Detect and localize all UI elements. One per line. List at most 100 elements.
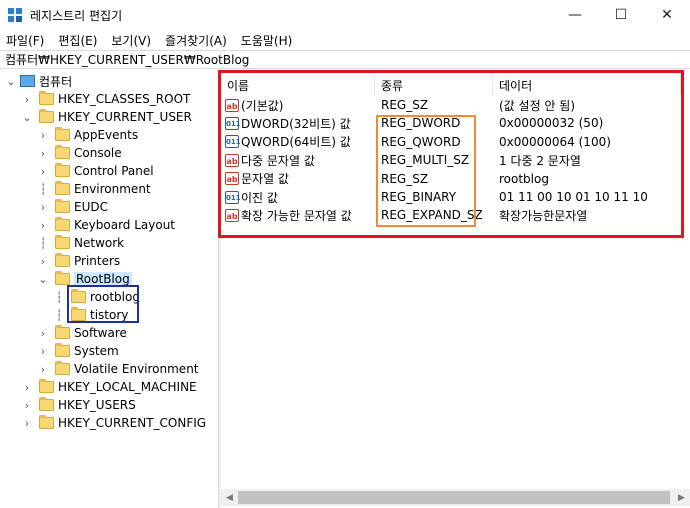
value-data: 확장가능한문자열 [499, 208, 588, 223]
close-button[interactable]: ✕ [644, 0, 690, 30]
chevron-right-icon[interactable]: › [22, 414, 32, 432]
tree-item-hkey-current-config[interactable]: › HKEY_CURRENT_CONFIG [22, 414, 206, 432]
tree-item-network[interactable]: ┆ Network [38, 234, 124, 252]
folder-icon [55, 235, 70, 249]
value-row[interactable]: ab 문자열 값 REG_SZ rootblog [221, 170, 681, 188]
tree-item-keyboard-layout[interactable]: › Keyboard Layout [38, 216, 175, 234]
tree-item-tistory[interactable]: ┆ tistory [54, 306, 128, 324]
folder-icon [55, 361, 70, 375]
folder-icon [39, 379, 54, 393]
chevron-down-icon[interactable]: ⌄ [6, 72, 16, 90]
tree-item-computer[interactable]: ⌄ 컴퓨터 [6, 72, 72, 90]
chevron-right-icon[interactable]: › [38, 324, 48, 342]
folder-icon [55, 325, 70, 339]
chevron-right-icon[interactable]: › [38, 162, 48, 180]
chevron-down-icon[interactable]: ⌄ [38, 270, 48, 288]
tree-label: tistory [90, 308, 129, 322]
tree-item-appevents[interactable]: › AppEvents [38, 126, 138, 144]
regedit-app-icon [8, 8, 22, 22]
tree-item-environment[interactable]: ┆ Environment [38, 180, 151, 198]
key-tree-pane: ⌄ 컴퓨터 › HKEY_CLASSES_ROOT ⌄ HKEY_CURRENT… [0, 70, 218, 508]
chevron-right-icon[interactable]: › [38, 144, 48, 162]
menu-help[interactable]: 도움말(H) [241, 32, 293, 49]
chevron-down-icon[interactable]: ⌄ [22, 108, 32, 126]
chevron-right-icon[interactable]: › [38, 252, 48, 270]
string-value-icon: ab [225, 172, 239, 186]
scroll-right-icon[interactable]: ▶ [673, 489, 690, 506]
menu-file[interactable]: 파일(F) [6, 32, 44, 49]
tree-item-rootblog[interactable]: ⌄ RootBlog [38, 270, 132, 288]
tree-item-volatile-environment[interactable]: › Volatile Environment [38, 360, 199, 378]
tree-label: Keyboard Layout [74, 218, 176, 232]
value-row[interactable]: ab 다중 문자열 값 REG_MULTI_SZ 1 다중 2 문자열 [221, 151, 681, 169]
folder-icon [55, 199, 70, 213]
close-icon: ✕ [661, 7, 673, 23]
value-name-cell: 011 DWORD(32비트) 값 [225, 114, 351, 132]
tree-label: Printers [74, 254, 121, 268]
chevron-right-icon[interactable]: › [22, 396, 32, 414]
tree-item-eudc[interactable]: › EUDC [38, 198, 108, 216]
horizontal-scrollbar[interactable]: ◀ ▶ [221, 489, 690, 506]
chevron-right-icon[interactable]: › [38, 126, 48, 144]
binary-value-icon: 011 [225, 135, 241, 149]
column-header-data[interactable]: 데이터 [495, 75, 681, 95]
tree-label: HKEY_USERS [58, 398, 136, 412]
tree-connector: ┆ [55, 290, 63, 304]
tree-item-rootblog-child[interactable]: ┆ rootblog [54, 288, 140, 306]
chevron-right-icon[interactable]: › [22, 378, 32, 396]
chevron-right-icon[interactable]: › [38, 342, 48, 360]
tree-item-hkey-local-machine[interactable]: › HKEY_LOCAL_MACHINE [22, 378, 197, 396]
tree-connector: ┆ [55, 308, 63, 322]
menu-view[interactable]: 보기(V) [111, 32, 151, 49]
folder-icon [55, 127, 70, 141]
maximize-icon: ☐ [614, 7, 628, 23]
tree-label: System [74, 344, 119, 358]
column-header-type[interactable]: 종류 [377, 75, 493, 95]
maximize-button[interactable]: ☐ [598, 0, 644, 30]
value-row[interactable]: 011 QWORD(64비트) 값 REG_QWORD 0x00000064 (100… [221, 133, 681, 151]
value-type: REG_DWORD [381, 116, 461, 131]
tree-label: AppEvents [74, 128, 139, 142]
tree-item-hkey-classes-root[interactable]: › HKEY_CLASSES_ROOT [22, 90, 190, 108]
value-data: rootblog [499, 171, 549, 186]
value-name-cell: ab 문자열 값 [225, 170, 289, 188]
folder-icon [55, 253, 70, 267]
tree-label: Console [74, 146, 122, 160]
tree-item-printers[interactable]: › Printers [38, 252, 120, 270]
tree-item-hkey-current-user[interactable]: ⌄ HKEY_CURRENT_USER [22, 108, 192, 126]
column-header-name[interactable]: 이름 [223, 75, 375, 95]
tree-label: HKEY_CLASSES_ROOT [58, 92, 191, 106]
value-data: (값 설정 안 됨) [499, 98, 576, 113]
tree-item-control-panel[interactable]: › Control Panel [38, 162, 154, 180]
minimize-icon: — [568, 7, 582, 23]
value-row[interactable]: ab 확장 가능한 문자열 값 REG_EXPAND_SZ 확장가능한문자열 [221, 206, 681, 224]
tree-item-hkey-users[interactable]: › HKEY_USERS [22, 396, 136, 414]
value-row[interactable]: 011 이진 값 REG_BINARY 01 11 00 10 01 10 11 10 [221, 188, 681, 206]
tree-label: RootBlog [74, 272, 132, 286]
value-name: 다중 문자열 값 [241, 153, 315, 168]
chevron-right-icon[interactable]: › [38, 360, 48, 378]
value-row[interactable]: ab (기본값) REG_SZ (값 설정 안 됨) [221, 96, 681, 114]
folder-icon [39, 91, 54, 105]
minimize-button[interactable]: — [552, 0, 598, 30]
tree-label: HKEY_CURRENT_USER [58, 110, 192, 124]
tree-label: Control Panel [74, 164, 154, 178]
tree-item-system[interactable]: › System [38, 342, 119, 360]
value-row[interactable]: 011 DWORD(32비트) 값 REG_DWORD 0x00000032 (50) [221, 114, 681, 132]
scrollbar-thumb[interactable] [238, 491, 670, 504]
address-bar[interactable]: 컴퓨터₩HKEY_CURRENT_USER₩RootBlog [0, 50, 690, 69]
value-type: REG_QWORD [381, 134, 461, 149]
scroll-left-icon[interactable]: ◀ [221, 489, 238, 506]
chevron-right-icon[interactable]: › [38, 216, 48, 234]
chevron-right-icon[interactable]: › [38, 198, 48, 216]
value-name: 확장 가능한 문자열 값 [241, 208, 352, 223]
window-title: 레지스트리 편집기 [30, 9, 123, 23]
tree-label: 컴퓨터 [39, 74, 73, 89]
menu-favorites[interactable]: 즐겨찾기(A) [165, 32, 227, 49]
tree-item-console[interactable]: › Console [38, 144, 122, 162]
value-type: REG_MULTI_SZ [381, 153, 470, 168]
value-name-cell: 011 이진 값 [225, 188, 278, 206]
menu-edit[interactable]: 편집(E) [58, 32, 97, 49]
chevron-right-icon[interactable]: › [22, 90, 32, 108]
tree-item-software[interactable]: › Software [38, 324, 127, 342]
